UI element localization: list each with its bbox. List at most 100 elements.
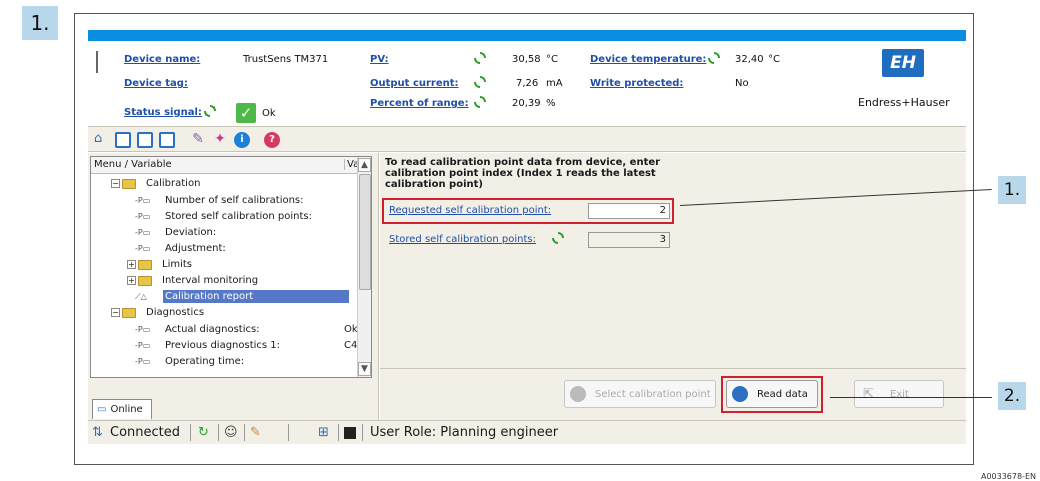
collapse-icon[interactable]: −: [111, 179, 120, 188]
device-header: Device name: TrustSens TM371 Device tag:…: [88, 41, 966, 126]
tree-item-deviation[interactable]: -P▭ Deviation:: [135, 225, 218, 240]
device-temperature-refresh-icon[interactable]: [708, 52, 720, 64]
parameter-icon: -P▭: [135, 244, 151, 253]
requested-calibration-point-input[interactable]: 2: [588, 203, 670, 219]
view-1-icon[interactable]: [115, 132, 131, 148]
parameter-icon: -P▭: [135, 196, 151, 205]
edit-icon[interactable]: ✎: [250, 425, 261, 440]
tree-item-number-of-self-calibrations[interactable]: -P▭ Number of self calibrations:: [135, 193, 306, 208]
select-calibration-point-button[interactable]: Select calibration point: [564, 380, 716, 408]
wizard-icon: ⟋△: [135, 291, 147, 301]
actual-diagnostics-value: Ok: [344, 324, 358, 335]
tree-item-adjustment[interactable]: -P▭ Adjustment:: [135, 241, 228, 256]
output-current-refresh-icon[interactable]: [474, 76, 486, 88]
connection-status: Connected: [110, 425, 181, 440]
device-icon[interactable]: ⊞: [318, 425, 329, 440]
folder-icon: [138, 275, 152, 286]
tab-online[interactable]: ▭ Online: [92, 399, 152, 419]
pv-refresh-icon[interactable]: [474, 52, 486, 64]
play-icon: [732, 386, 748, 402]
instruction-text: To read calibration point data from devi…: [385, 157, 661, 190]
device-temperature-unit: °C: [768, 54, 780, 65]
device-temperature-value: 32,40: [735, 54, 764, 65]
percent-of-range-label[interactable]: Percent of range:: [370, 98, 469, 109]
view-2-icon[interactable]: [137, 132, 153, 148]
col-menu-variable[interactable]: Menu / Variable: [94, 159, 172, 170]
collapse-icon[interactable]: −: [111, 308, 120, 317]
user-icon[interactable]: ☺: [224, 425, 238, 440]
folder-icon: [122, 307, 136, 318]
tree-item-interval-monitoring[interactable]: + Interval monitoring: [127, 273, 260, 288]
folder-icon: [138, 259, 152, 270]
output-current-unit: mA: [546, 78, 563, 89]
help-icon[interactable]: ?: [264, 132, 280, 148]
tree-item-diagnostics[interactable]: − Diagnostics: [111, 305, 206, 320]
write-protected-label[interactable]: Write protected:: [590, 78, 683, 89]
expand-icon[interactable]: +: [127, 276, 136, 285]
requested-calibration-point-label[interactable]: Requested self calibration point:: [389, 205, 551, 216]
title-accent-bar: [88, 30, 966, 41]
tree-item-calibration-report[interactable]: ⟋△ Calibration report: [135, 289, 349, 304]
exit-button[interactable]: ⇱ Exit: [854, 380, 944, 408]
pv-value: 30,58: [512, 54, 541, 65]
toolbar: ⌂ ✎ ✦ i ?: [88, 126, 966, 152]
eh-logo: EH: [882, 49, 924, 77]
callout-badge-2: 2.: [998, 382, 1026, 410]
output-current-value: 7,26: [516, 78, 539, 89]
scroll-up-icon[interactable]: ▲: [358, 158, 371, 172]
tree-item-actual-diagnostics[interactable]: -P▭ Actual diagnostics:: [135, 322, 262, 337]
separator: [244, 424, 245, 441]
scroll-thumb[interactable]: [359, 174, 371, 290]
pv-label[interactable]: PV:: [370, 54, 389, 65]
write-protected-value: No: [735, 78, 749, 89]
output-current-label[interactable]: Output current:: [370, 78, 459, 89]
menu-tree: Menu / Variable Va − Calibration -P▭ Numbe…: [90, 156, 372, 378]
view-3-icon[interactable]: [159, 132, 175, 148]
status-signal-value: Ok: [262, 108, 276, 119]
percent-of-range-refresh-icon[interactable]: [474, 96, 486, 108]
separator: [338, 424, 339, 441]
parameter-icon: -P▭: [135, 325, 151, 334]
status-signal-label[interactable]: Status signal:: [124, 107, 202, 118]
device-temperature-label[interactable]: Device temperature:: [590, 54, 706, 65]
separator: [190, 424, 191, 441]
tools-icon[interactable]: ✎: [190, 132, 206, 148]
tree-item-operating-time[interactable]: -P▭ Operating time:: [135, 354, 246, 369]
read-data-button[interactable]: Read data: [726, 380, 818, 408]
pin-icon: [96, 51, 98, 73]
exit-icon: ⇱: [863, 386, 874, 402]
stored-points-refresh-icon[interactable]: [552, 232, 564, 244]
stop-icon[interactable]: [344, 427, 356, 439]
separator: [288, 424, 289, 441]
online-tab-icon: ▭: [97, 404, 107, 415]
tree-item-limits[interactable]: + Limits: [127, 257, 194, 272]
scroll-down-icon[interactable]: ▼: [358, 362, 371, 376]
info-icon[interactable]: i: [234, 132, 250, 148]
status-refresh-icon[interactable]: [204, 105, 216, 117]
home-icon[interactable]: ⌂: [94, 132, 110, 148]
device-name-label[interactable]: Device name:: [124, 54, 200, 65]
parameter-icon: -P▭: [135, 357, 151, 366]
tree-header: Menu / Variable Va: [91, 157, 359, 174]
tree-item-calibration[interactable]: − Calibration: [111, 176, 202, 191]
parameter-icon: -P▭: [135, 341, 151, 350]
tree-item-previous-diagnostics-1[interactable]: -P▭ Previous diagnostics 1:: [135, 338, 282, 353]
tree-item-stored-self-calibration-points[interactable]: -P▭ Stored self calibration points:: [135, 209, 314, 224]
percent-of-range-unit: %: [546, 98, 556, 109]
fieldcare-window: Device name: TrustSens TM371 Device tag:…: [88, 30, 966, 458]
stored-calibration-points-value: 3: [588, 232, 670, 248]
divider: [380, 368, 966, 369]
navigation-pane: Menu / Variable Va − Calibration -P▭ Numbe…: [88, 153, 379, 420]
stored-calibration-points-label[interactable]: Stored self calibration points:: [389, 234, 536, 245]
tree-vertical-scrollbar[interactable]: ▲ ▼: [357, 157, 371, 377]
ok-check-icon: ✓: [236, 103, 256, 123]
brand-name: Endress+Hauser: [858, 96, 950, 109]
device-tag-label[interactable]: Device tag:: [124, 78, 188, 89]
expand-icon[interactable]: +: [127, 260, 136, 269]
pv-unit: °C: [546, 54, 558, 65]
plug-icon: ⇅: [92, 425, 103, 440]
sparkle-icon[interactable]: ✦: [212, 132, 228, 148]
refresh-icon[interactable]: ↻: [198, 425, 209, 440]
figure-id: A0033678-EN: [980, 472, 1036, 481]
parameter-icon: -P▭: [135, 228, 151, 237]
